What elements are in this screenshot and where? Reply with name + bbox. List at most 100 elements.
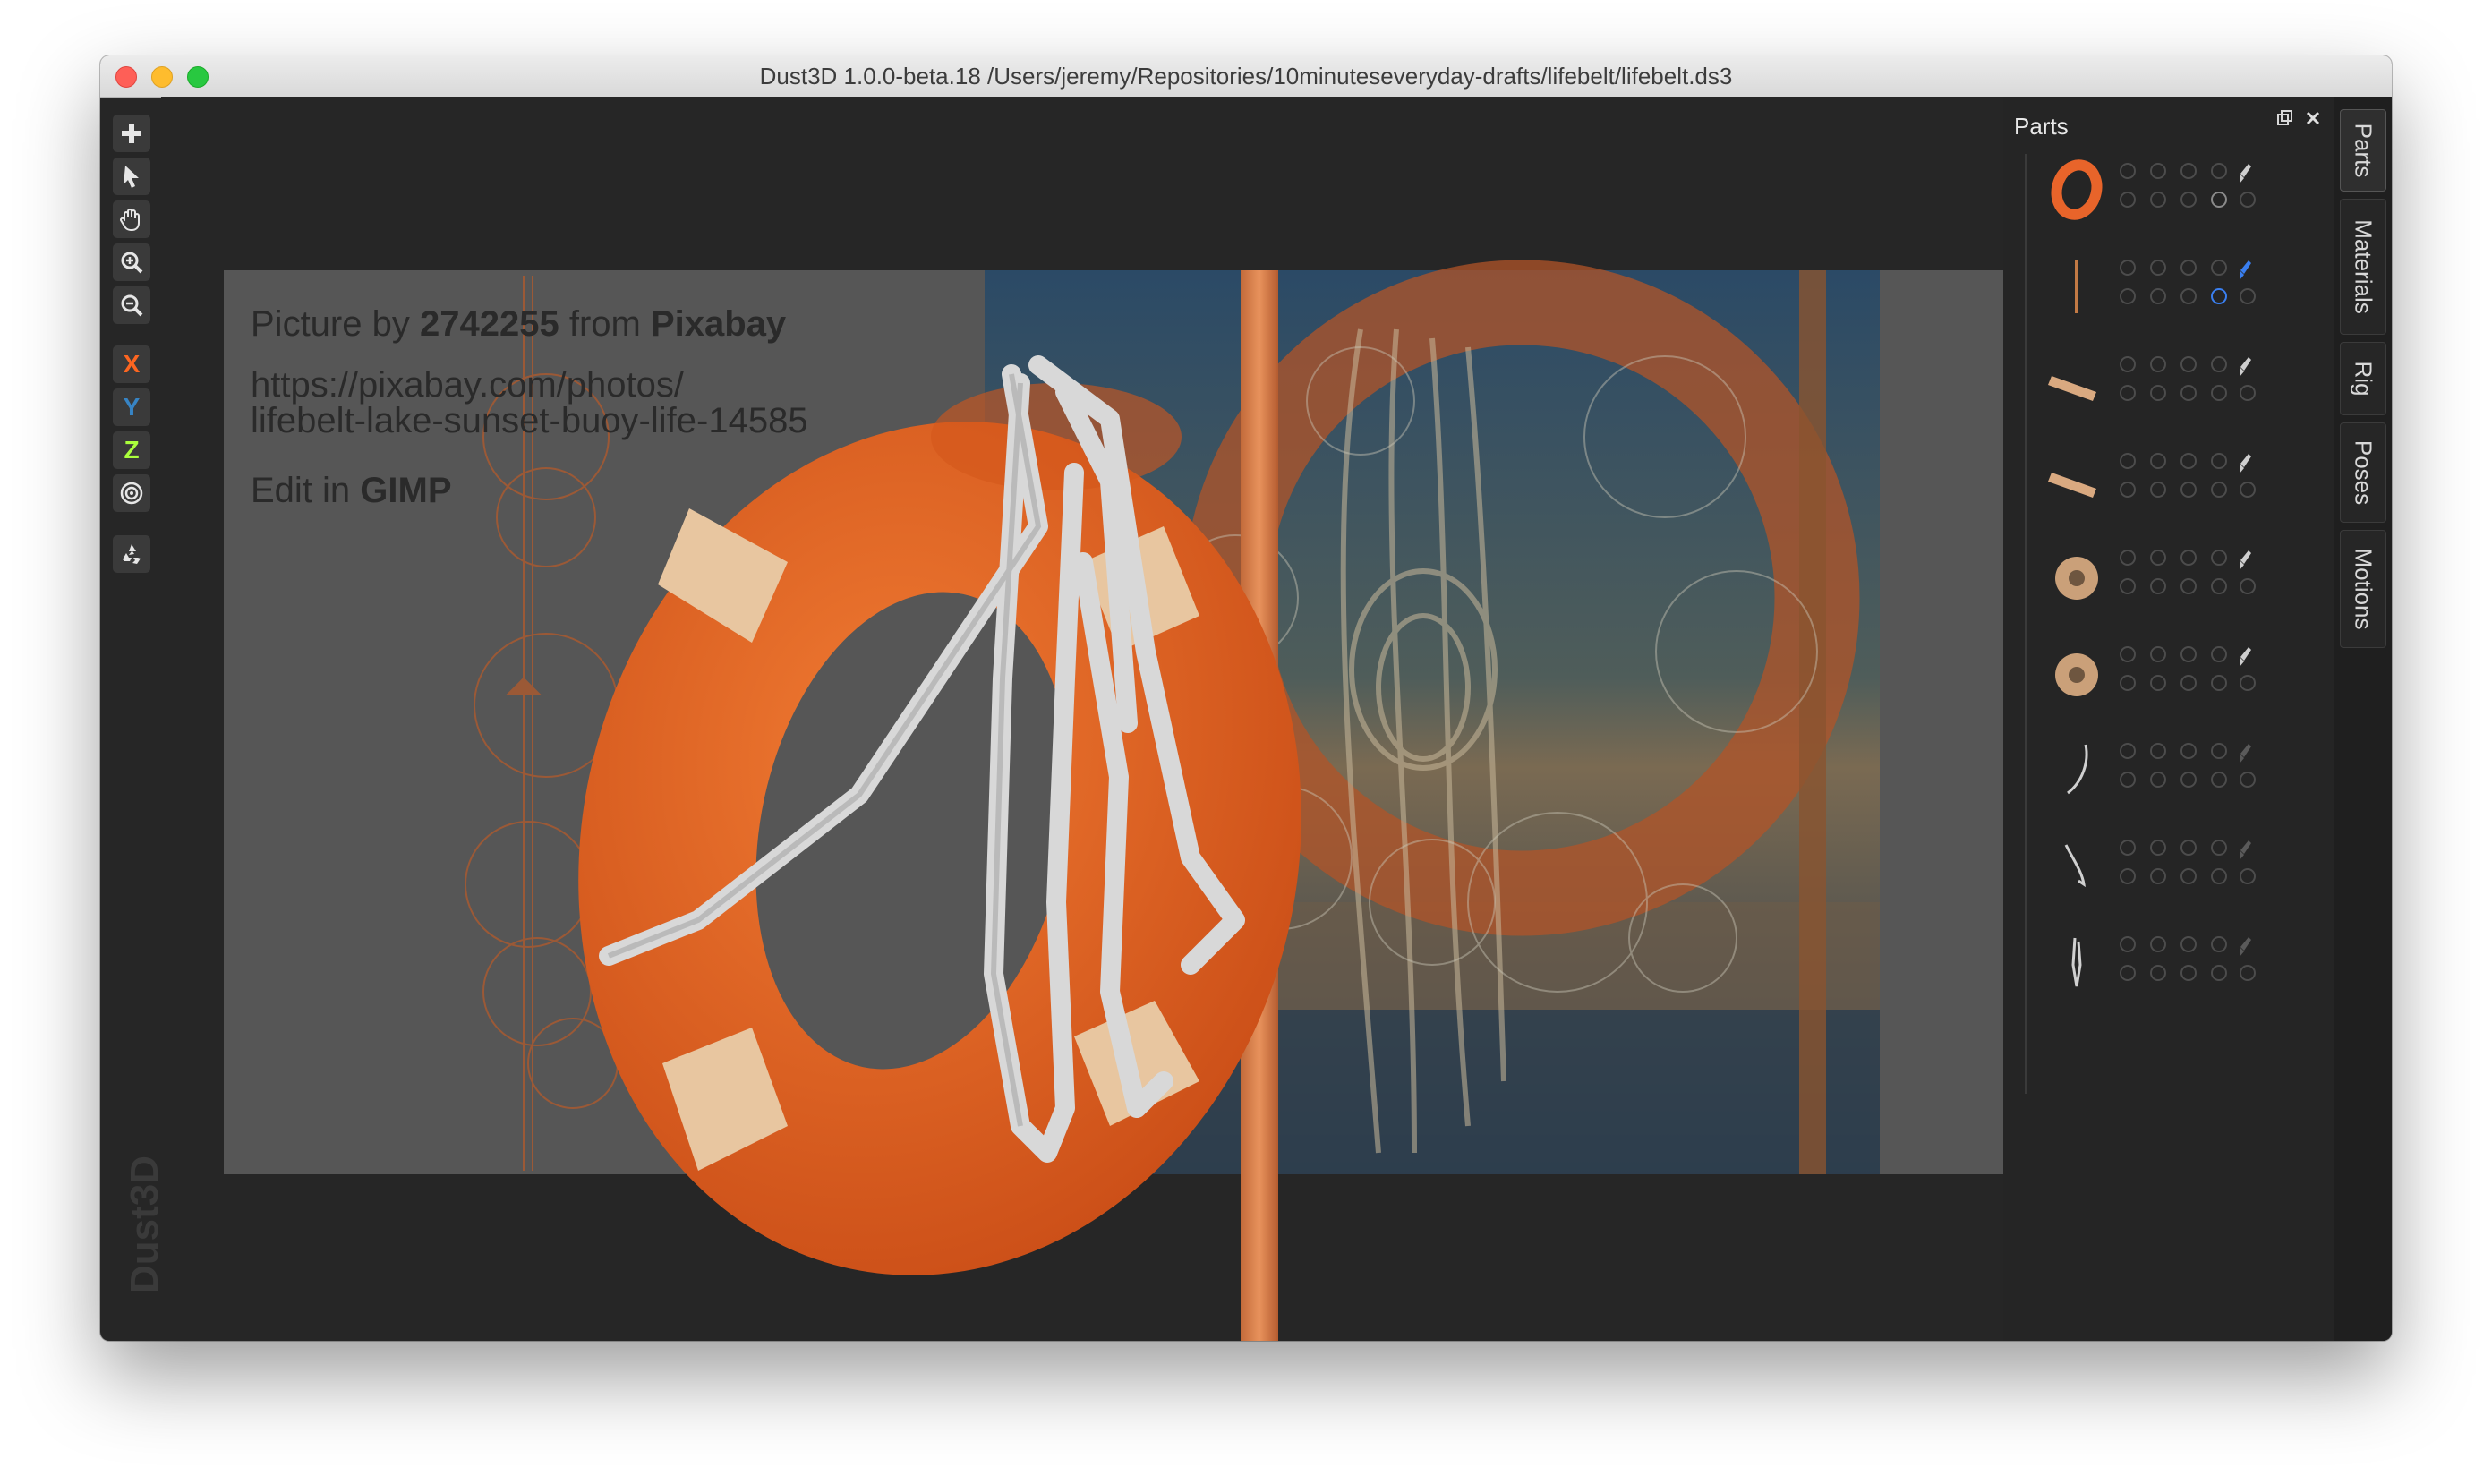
color-brush-icon[interactable] bbox=[2238, 936, 2252, 959]
rounding-icon[interactable] bbox=[2211, 482, 2227, 498]
subdivide-icon[interactable] bbox=[2120, 288, 2136, 304]
visibility-icon[interactable] bbox=[2120, 646, 2136, 662]
radial-mode-button[interactable] bbox=[113, 474, 150, 512]
magnet-icon[interactable] bbox=[2150, 965, 2166, 981]
visibility-icon[interactable] bbox=[2120, 840, 2136, 856]
rounding-icon[interactable] bbox=[2211, 868, 2227, 884]
symmetry-icon[interactable] bbox=[2211, 743, 2227, 759]
symmetry-icon[interactable] bbox=[2211, 550, 2227, 566]
3d-viewport[interactable]: Picture by 2742255 from Pixabay https://… bbox=[161, 97, 2062, 1341]
cut-icon[interactable] bbox=[2180, 578, 2197, 594]
rounding-icon[interactable] bbox=[2211, 385, 2227, 401]
cut-icon[interactable] bbox=[2180, 385, 2197, 401]
subdivide-icon[interactable] bbox=[2120, 868, 2136, 884]
subdivide-icon[interactable] bbox=[2120, 675, 2136, 691]
link-icon[interactable] bbox=[2180, 550, 2197, 566]
part-item-rope-3[interactable] bbox=[2003, 924, 2334, 1020]
cut-icon[interactable] bbox=[2180, 868, 2197, 884]
magnet-icon[interactable] bbox=[2150, 868, 2166, 884]
y-axis-toggle[interactable]: Y bbox=[113, 388, 150, 426]
zoom-in-button[interactable] bbox=[113, 243, 150, 281]
link-icon[interactable] bbox=[2180, 840, 2197, 856]
link-icon[interactable] bbox=[2180, 163, 2197, 179]
subdivide-icon[interactable] bbox=[2120, 965, 2136, 981]
tab-rig[interactable]: Rig bbox=[2340, 342, 2386, 415]
color-brush-icon[interactable] bbox=[2238, 550, 2252, 573]
part-item-strap-3[interactable] bbox=[2003, 537, 2334, 634]
part-item-strap-2[interactable] bbox=[2003, 440, 2334, 537]
subdivide-icon[interactable] bbox=[2120, 772, 2136, 788]
visibility-icon[interactable] bbox=[2120, 356, 2136, 372]
tab-parts[interactable]: Parts bbox=[2340, 109, 2386, 192]
magnet-icon[interactable] bbox=[2150, 675, 2166, 691]
cut-icon[interactable] bbox=[2180, 192, 2197, 208]
symmetry-icon[interactable] bbox=[2211, 356, 2227, 372]
zoom-out-button[interactable] bbox=[113, 286, 150, 324]
x-ray-icon[interactable] bbox=[2240, 675, 2256, 691]
subdivide-icon[interactable] bbox=[2120, 482, 2136, 498]
magnet-icon[interactable] bbox=[2150, 482, 2166, 498]
float-panel-button[interactable] bbox=[2274, 107, 2295, 129]
z-axis-toggle[interactable]: Z bbox=[113, 431, 150, 469]
rounding-icon[interactable] bbox=[2211, 192, 2227, 208]
lock-icon[interactable] bbox=[2150, 646, 2166, 662]
color-brush-icon[interactable] bbox=[2238, 260, 2252, 283]
link-icon[interactable] bbox=[2180, 646, 2197, 662]
x-ray-icon[interactable] bbox=[2240, 385, 2256, 401]
regenerate-button[interactable] bbox=[113, 535, 150, 573]
magnet-icon[interactable] bbox=[2150, 192, 2166, 208]
link-icon[interactable] bbox=[2180, 356, 2197, 372]
rounding-icon[interactable] bbox=[2211, 965, 2227, 981]
cut-icon[interactable] bbox=[2180, 482, 2197, 498]
part-item-strap-4[interactable] bbox=[2003, 634, 2334, 730]
visibility-icon[interactable] bbox=[2120, 550, 2136, 566]
color-brush-icon[interactable] bbox=[2238, 646, 2252, 670]
magnet-icon[interactable] bbox=[2150, 288, 2166, 304]
color-brush-icon[interactable] bbox=[2238, 840, 2252, 863]
cut-icon[interactable] bbox=[2180, 772, 2197, 788]
color-brush-icon[interactable] bbox=[2238, 743, 2252, 766]
select-tool-button[interactable] bbox=[113, 158, 150, 195]
close-panel-button[interactable] bbox=[2302, 107, 2324, 129]
symmetry-icon[interactable] bbox=[2211, 936, 2227, 952]
link-icon[interactable] bbox=[2180, 453, 2197, 469]
visibility-icon[interactable] bbox=[2120, 260, 2136, 276]
x-ray-icon[interactable] bbox=[2240, 192, 2256, 208]
symmetry-icon[interactable] bbox=[2211, 163, 2227, 179]
part-item-lifebelt-ring[interactable] bbox=[2003, 150, 2334, 247]
x-ray-icon[interactable] bbox=[2240, 482, 2256, 498]
rounding-icon[interactable] bbox=[2211, 578, 2227, 594]
x-ray-icon[interactable] bbox=[2240, 868, 2256, 884]
x-ray-icon[interactable] bbox=[2240, 288, 2256, 304]
link-icon[interactable] bbox=[2180, 743, 2197, 759]
lock-icon[interactable] bbox=[2150, 840, 2166, 856]
symmetry-icon[interactable] bbox=[2211, 453, 2227, 469]
x-ray-icon[interactable] bbox=[2240, 772, 2256, 788]
visibility-icon[interactable] bbox=[2120, 936, 2136, 952]
add-tool-button[interactable] bbox=[113, 115, 150, 152]
symmetry-icon[interactable] bbox=[2211, 840, 2227, 856]
x-ray-icon[interactable] bbox=[2240, 965, 2256, 981]
magnet-icon[interactable] bbox=[2150, 385, 2166, 401]
lock-icon[interactable] bbox=[2150, 743, 2166, 759]
lock-icon[interactable] bbox=[2150, 550, 2166, 566]
tab-poses[interactable]: Poses bbox=[2340, 422, 2386, 523]
lock-icon[interactable] bbox=[2150, 163, 2166, 179]
color-brush-icon[interactable] bbox=[2238, 356, 2252, 380]
color-brush-icon[interactable] bbox=[2238, 453, 2252, 476]
symmetry-icon[interactable] bbox=[2211, 646, 2227, 662]
pan-tool-button[interactable] bbox=[113, 200, 150, 238]
link-icon[interactable] bbox=[2180, 260, 2197, 276]
x-axis-toggle[interactable]: X bbox=[113, 345, 150, 383]
rounding-icon[interactable] bbox=[2211, 675, 2227, 691]
lock-icon[interactable] bbox=[2150, 453, 2166, 469]
magnet-icon[interactable] bbox=[2150, 772, 2166, 788]
lock-icon[interactable] bbox=[2150, 356, 2166, 372]
subdivide-icon[interactable] bbox=[2120, 192, 2136, 208]
cut-icon[interactable] bbox=[2180, 965, 2197, 981]
part-item-pole[interactable] bbox=[2003, 247, 2334, 344]
symmetry-icon[interactable] bbox=[2211, 260, 2227, 276]
lock-icon[interactable] bbox=[2150, 260, 2166, 276]
lock-icon[interactable] bbox=[2150, 936, 2166, 952]
rounding-icon[interactable] bbox=[2211, 288, 2227, 304]
